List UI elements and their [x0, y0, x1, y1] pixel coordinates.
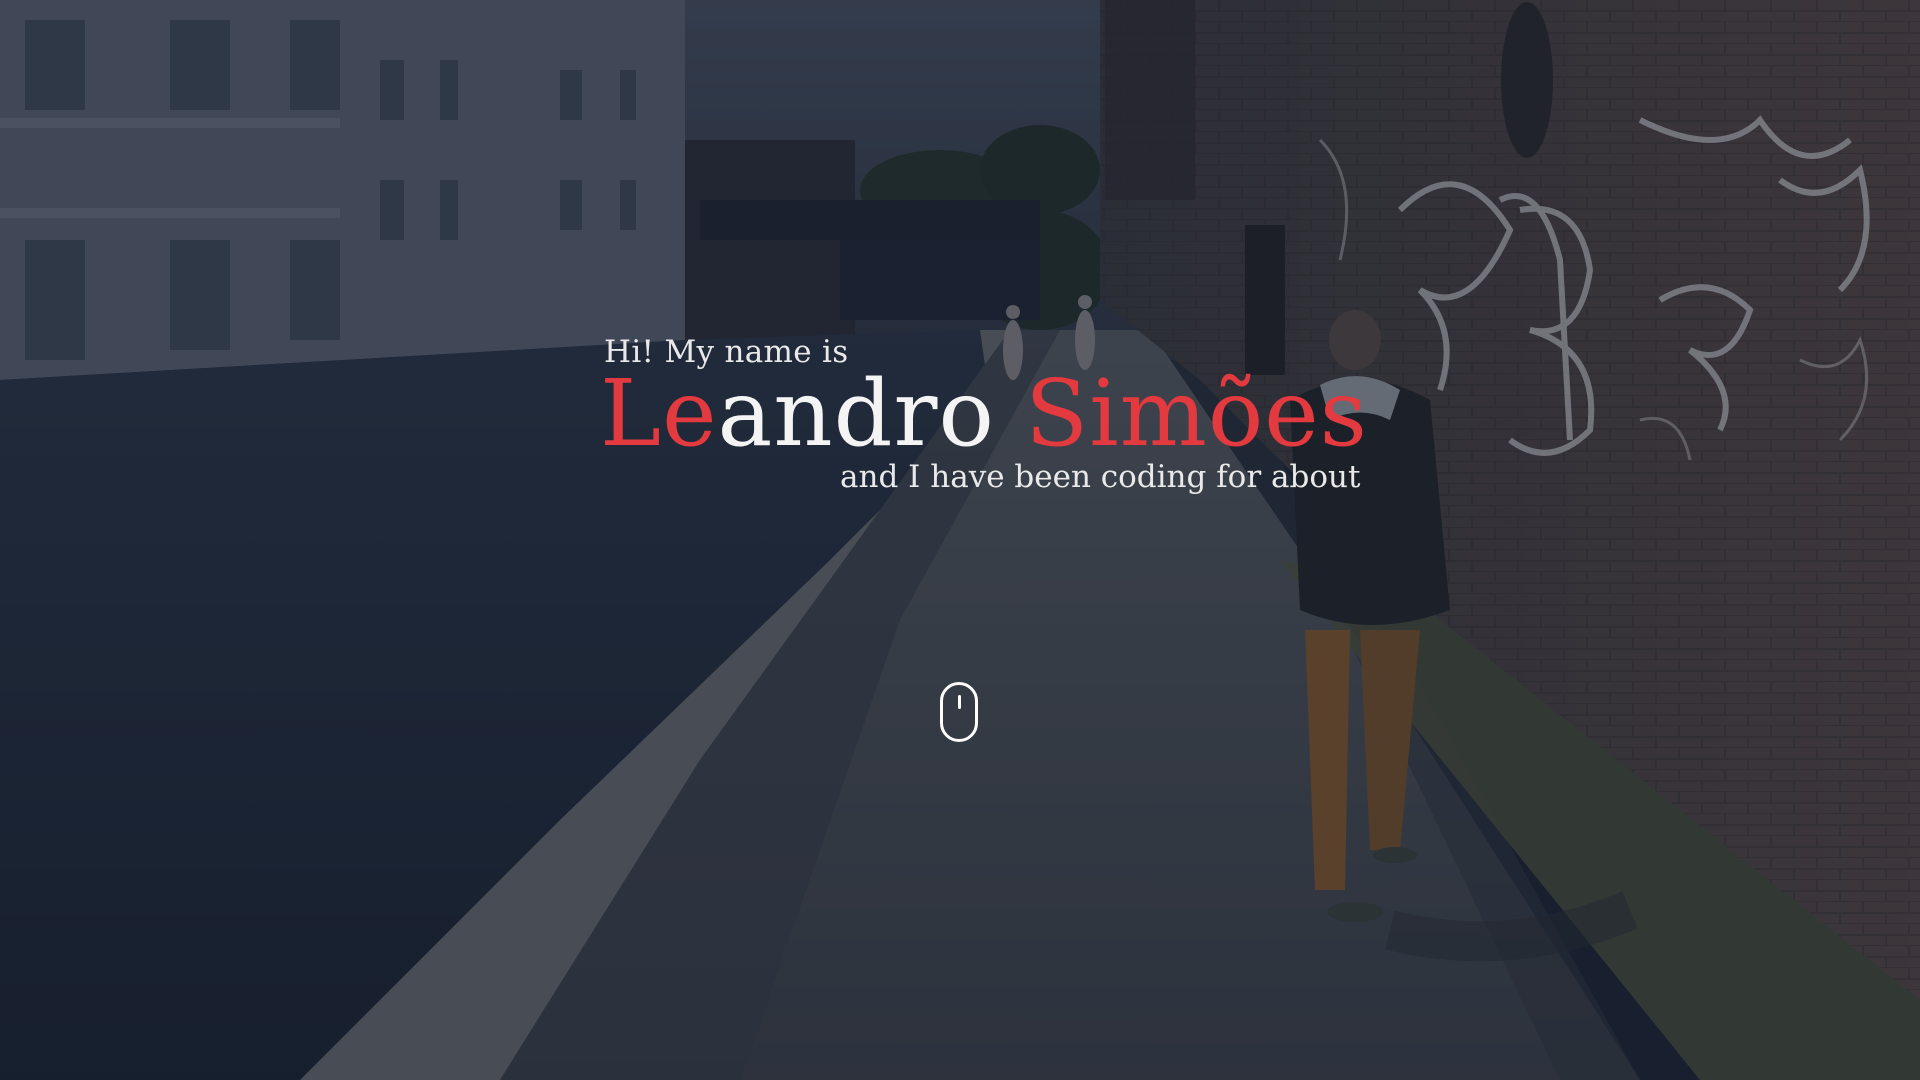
mouse-wheel	[958, 695, 961, 709]
name-first-accent: Le	[600, 360, 718, 467]
mouse-scroll-icon[interactable]	[940, 682, 978, 742]
intro-block: Hi! My name is Leandro Simões and I have…	[0, 0, 1920, 1080]
name-first-rest: andro	[717, 360, 995, 467]
tagline-text: and I have been coding for about	[840, 459, 1361, 495]
name-last: Simões	[1025, 360, 1368, 467]
name-space	[995, 360, 1025, 467]
name-heading: Leandro Simões	[600, 367, 1368, 460]
hero-section: Hi! My name is Leandro Simões and I have…	[0, 0, 1920, 1080]
